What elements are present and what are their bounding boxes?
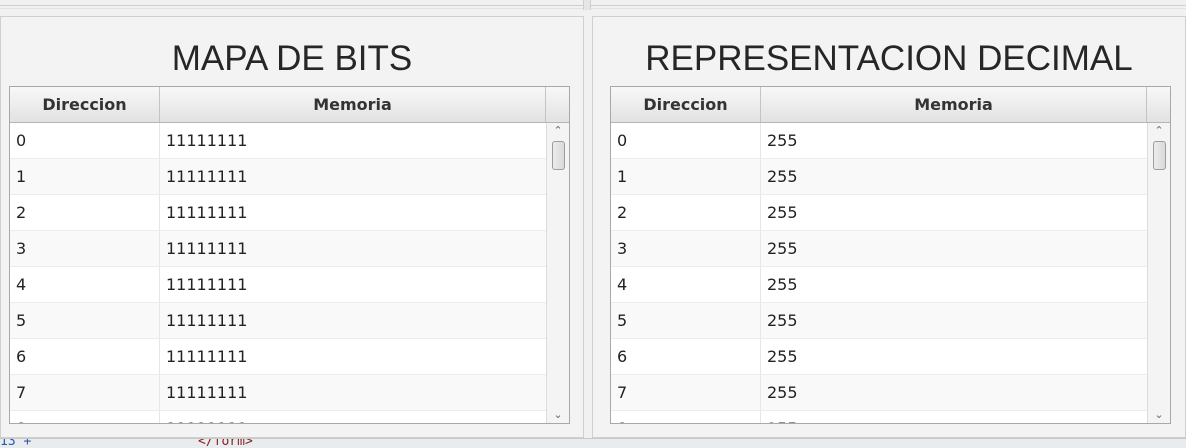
bitmap-table[interactable]: Direccion Memoria 0 11111111 1 11111111 … [9,86,570,424]
memory-cell: 255 [767,275,798,294]
address-cell: 6 [10,339,160,374]
address-cell: 8 [611,411,761,423]
memory-cell: 255 [767,311,798,330]
memory-cell: 11111111 [166,347,248,366]
table-row[interactable]: 1 11111111 [10,159,546,195]
scrollbar-thumb[interactable] [1153,141,1166,170]
table-row[interactable]: 6 11111111 [10,339,546,375]
memory-cell: 255 [767,383,798,402]
column-header-memoria[interactable]: Memoria [160,87,546,122]
address-cell: 6 [611,339,761,374]
table-row[interactable]: 5 11111111 [10,303,546,339]
table-row[interactable]: 6 255 [611,339,1147,375]
table-row[interactable]: 8 11111111 [10,411,546,423]
chevron-up-icon[interactable]: ⌃ [547,123,569,139]
memory-cell: 11111111 [166,311,248,330]
memory-cell: 255 [767,131,798,150]
table-row[interactable]: 2 255 [611,195,1147,231]
header-corner [1147,87,1170,122]
bottom-editor-remnant: 13 + </form> [0,438,1186,448]
address-cell: 2 [611,195,761,230]
column-header-direccion[interactable]: Direccion [10,87,160,122]
table-body: 0 255 1 255 2 255 3 255 4 255 5 255 6 25… [611,123,1147,423]
address-cell: 3 [10,231,160,266]
chevron-down-icon[interactable]: ⌄ [547,407,569,423]
address-cell: 5 [10,303,160,338]
address-cell: 0 [611,123,761,158]
scrollbar-thumb[interactable] [552,141,565,170]
table-row[interactable]: 8 255 [611,411,1147,423]
address-cell: 4 [611,267,761,302]
address-cell: 2 [10,195,160,230]
address-cell: 1 [10,159,160,194]
decimal-panel: REPRESENTACION DECIMAL Direccion Memoria… [592,16,1186,438]
address-cell: 0 [10,123,160,158]
table-row[interactable]: 4 255 [611,267,1147,303]
table-body: 0 11111111 1 11111111 2 11111111 3 11111… [10,123,546,423]
memory-cell: 255 [767,167,798,186]
memory-cell: 255 [767,347,798,366]
address-cell: 7 [10,375,160,410]
memory-cell: 11111111 [166,275,248,294]
address-cell: 3 [611,231,761,266]
table-row[interactable]: 0 11111111 [10,123,546,159]
memory-cell: 11111111 [166,167,248,186]
vertical-scrollbar[interactable]: ⌃ ⌄ [546,123,569,423]
memory-cell: 11111111 [166,383,248,402]
top-remnant-bar [0,0,1186,16]
app-window: MAPA DE BITS Direccion Memoria 0 1111111… [0,0,1186,448]
table-row[interactable]: 1 255 [611,159,1147,195]
memory-cell: 255 [767,239,798,258]
decimal-panel-title: REPRESENTACION DECIMAL [645,39,1133,78]
table-row[interactable]: 5 255 [611,303,1147,339]
table-row[interactable]: 7 11111111 [10,375,546,411]
table-row[interactable]: 7 255 [611,375,1147,411]
table-row[interactable]: 4 11111111 [10,267,546,303]
bitmap-panel-title: MAPA DE BITS [171,39,413,78]
bitmap-panel: MAPA DE BITS Direccion Memoria 0 1111111… [0,16,584,438]
memory-cell: 255 [767,203,798,222]
memory-cell: 11111111 [166,239,248,258]
chevron-up-icon[interactable]: ⌃ [1148,123,1170,139]
memory-cell: 11111111 [160,411,546,423]
column-header-direccion[interactable]: Direccion [611,87,761,122]
address-cell: 7 [611,375,761,410]
table-row[interactable]: 0 255 [611,123,1147,159]
address-cell: 5 [611,303,761,338]
table-row[interactable]: 3 255 [611,231,1147,267]
table-header: Direccion Memoria [10,87,569,123]
memory-cell: 11111111 [166,203,248,222]
decimal-table[interactable]: Direccion Memoria 0 255 1 255 2 255 3 25… [610,86,1171,424]
address-cell: 4 [10,267,160,302]
split-pane-divider-top[interactable] [583,0,591,10]
address-cell: 8 [10,411,160,423]
table-row[interactable]: 3 11111111 [10,231,546,267]
vertical-scrollbar[interactable]: ⌃ ⌄ [1147,123,1170,423]
code-fragment: </form> [198,438,253,448]
address-cell: 1 [611,159,761,194]
header-corner [546,87,569,122]
table-header: Direccion Memoria [611,87,1170,123]
line-number-fragment: 13 + [0,438,32,448]
chevron-down-icon[interactable]: ⌄ [1148,407,1170,423]
memory-cell: 11111111 [166,131,248,150]
table-row[interactable]: 2 11111111 [10,195,546,231]
memory-cell: 255 [761,411,1147,423]
column-header-memoria[interactable]: Memoria [761,87,1147,122]
